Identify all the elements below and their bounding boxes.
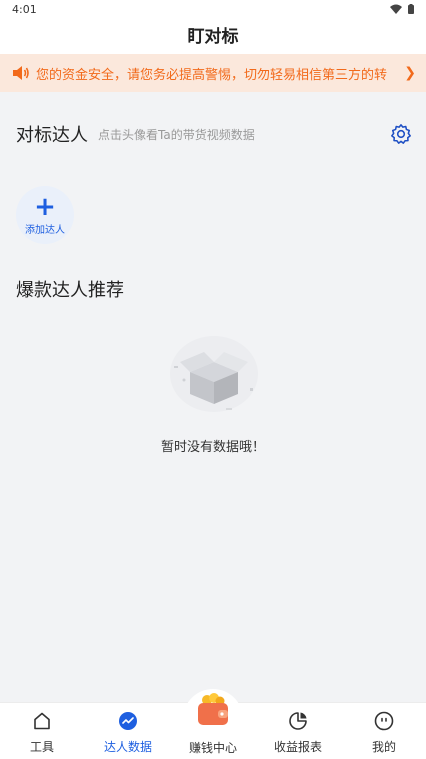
battery-icon	[408, 4, 414, 14]
add-creator-label: 添加达人	[25, 224, 65, 236]
tab-mine-label: 我的	[371, 740, 396, 754]
tab-earnings-report-label: 收益报表	[273, 740, 322, 754]
status-icons	[390, 4, 414, 14]
gear-icon[interactable]	[390, 123, 412, 145]
wallet-coin-icon	[198, 693, 228, 725]
page-title: 盯对标	[187, 27, 239, 47]
face-icon	[374, 711, 394, 731]
tab-earning-center-label: 赚钱中心	[188, 741, 237, 755]
tab-tools[interactable]: 工具	[2, 711, 82, 755]
notice-text: 您的资金安全，请您务必提高警惕，切勿轻易相信第三方的转	[36, 67, 388, 83]
status-time: 4:01	[12, 3, 37, 16]
tab-tools-label: 工具	[29, 740, 54, 754]
header: 盯对标	[0, 20, 426, 54]
tab-earnings-report[interactable]: 收益报表	[258, 711, 338, 755]
empty-state-text: 暂时没有数据哦！	[160, 440, 265, 455]
benchmark-section-header: 对标达人 点击头像看Ta的带货视频数据	[16, 122, 412, 146]
tab-earning-center[interactable]: 赚钱中心	[173, 689, 253, 759]
tab-mine[interactable]: 我的	[344, 711, 424, 755]
pie-chart-icon	[289, 712, 307, 730]
speaker-icon	[13, 66, 29, 80]
empty-box-icon	[170, 336, 258, 412]
recommend-title: 爆款达人推荐	[16, 280, 124, 301]
add-creator-button[interactable]: + 添加达人	[16, 186, 74, 244]
status-bar: 4:01	[0, 0, 426, 20]
benchmark-title: 对标达人	[16, 125, 88, 146]
tab-creator-data-label: 达人数据	[103, 740, 152, 754]
home-icon	[34, 712, 50, 730]
trend-chat-icon	[119, 712, 137, 730]
tab-creator-data[interactable]: 达人数据	[88, 711, 168, 755]
notice-bar[interactable]: 您的资金安全，请您务必提高警惕，切勿轻易相信第三方的转 ❯	[0, 54, 426, 92]
plus-icon: +	[34, 191, 56, 222]
wifi-icon	[390, 4, 402, 14]
benchmark-subtitle: 点击头像看Ta的带货视频数据	[98, 127, 255, 142]
chevron-right-icon[interactable]: ❯	[404, 65, 416, 81]
bottom-tab-bar: 工具 达人数据 赚钱中心 收益报表 我的	[0, 689, 426, 759]
